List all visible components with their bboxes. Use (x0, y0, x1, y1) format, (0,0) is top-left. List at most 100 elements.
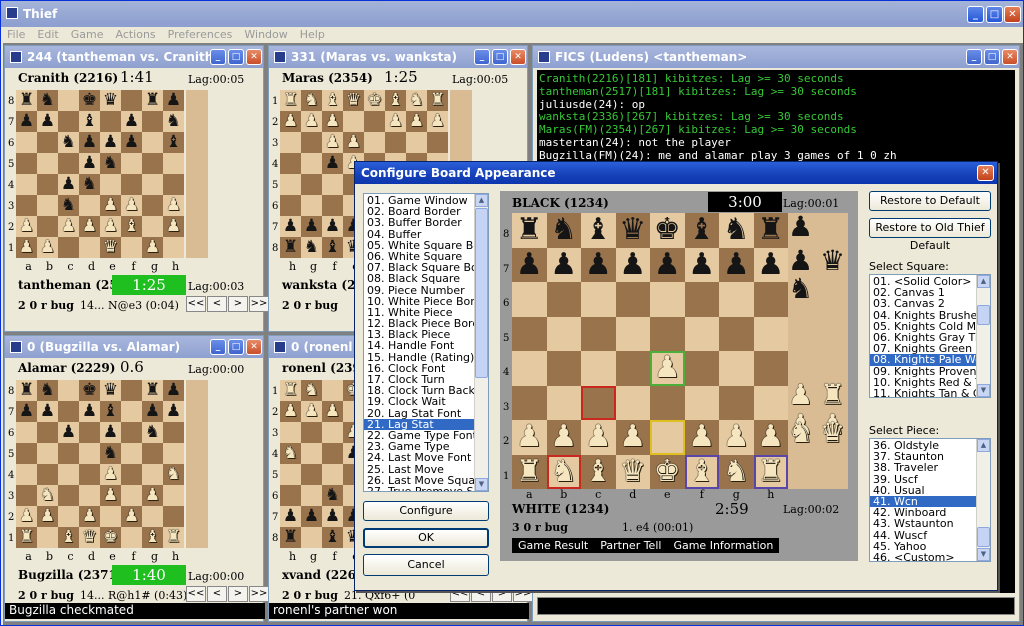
board-square[interactable] (163, 485, 184, 506)
preview-square[interactable]: ♝ (684, 213, 719, 248)
list-item[interactable]: 09. Knights Provence (870, 366, 976, 377)
board-square[interactable] (364, 111, 385, 132)
preview-tab[interactable]: Partner Tell (600, 539, 661, 552)
close-button[interactable]: ✕ (246, 339, 262, 355)
white-pawn-piece[interactable]: ♟ (283, 403, 298, 420)
preview-square[interactable] (512, 316, 547, 351)
board-square[interactable]: ♟ (322, 132, 343, 153)
list-item[interactable]: 10. White Piece Border (364, 296, 474, 307)
close-button[interactable]: ✕ (1002, 49, 1018, 65)
black-pawn-piece[interactable]: ♟ (61, 424, 76, 441)
board-square[interactable] (163, 237, 184, 258)
black-pawn-piece[interactable]: ♟ (82, 155, 97, 172)
black-rook-piece[interactable]: ♜ (145, 92, 160, 109)
restore-default-button[interactable]: Restore to Default (869, 191, 991, 211)
preview-square[interactable]: ♝ (581, 454, 616, 489)
dialog-title-bar[interactable]: Configure Board Appearance ✕ (355, 162, 997, 184)
white-knight-piece[interactable]: ♞ (304, 382, 319, 399)
board-square[interactable] (322, 443, 343, 464)
board-square[interactable] (301, 527, 322, 548)
preview-square[interactable] (546, 351, 581, 386)
board-square[interactable]: ♟ (121, 506, 142, 527)
scroll-down-arrow[interactable]: ▼ (475, 478, 488, 491)
prev-move-button[interactable]: < (207, 586, 227, 602)
board-square[interactable]: ♚ (79, 380, 100, 401)
board-square[interactable]: ♟ (37, 237, 58, 258)
white-bishop-piece[interactable]: ♝ (61, 529, 76, 546)
preview-square[interactable]: ♟ (512, 247, 547, 282)
main-title-bar[interactable]: Thief _ □ ✕ (1, 1, 1023, 27)
board-square[interactable] (142, 443, 163, 464)
preview-square[interactable]: ♟ (684, 420, 719, 455)
white-pawn-piece[interactable]: ♟ (124, 197, 139, 214)
vertical-scrollbar[interactable]: ▲ ▼ (976, 275, 990, 397)
board-square[interactable]: ♜ (280, 237, 301, 258)
black-knight-piece[interactable]: ♞ (325, 487, 340, 504)
vertical-scrollbar[interactable]: ▲ ▼ (976, 439, 990, 561)
scroll-thumb[interactable] (475, 208, 488, 378)
white-rook-piece[interactable]: ♜ (430, 92, 445, 109)
white-pawn-piece[interactable]: ♟ (550, 422, 577, 452)
black-knight-piece[interactable]: ♞ (40, 382, 55, 399)
black-rook-piece[interactable]: ♜ (145, 382, 160, 399)
list-item[interactable]: 05. White Square Border (364, 240, 474, 251)
board-square[interactable]: ♟ (343, 132, 364, 153)
board-square[interactable]: ♟ (58, 174, 79, 195)
list-item[interactable]: 21. Lag Stat (364, 418, 474, 430)
board-square[interactable] (16, 485, 37, 506)
board-square[interactable]: ♟ (280, 111, 301, 132)
board-square[interactable]: ♟ (100, 422, 121, 443)
board-square[interactable]: ♝ (142, 527, 163, 548)
white-bishop-piece[interactable]: ♝ (124, 218, 139, 235)
white-bishop-piece[interactable]: ♝ (585, 456, 612, 487)
preview-square[interactable]: ♞ (719, 213, 754, 248)
preview-square[interactable] (615, 282, 650, 317)
board-square[interactable] (142, 111, 163, 132)
board-square[interactable] (301, 485, 322, 506)
board-square[interactable]: ♜ (142, 380, 163, 401)
board-square[interactable]: ♟ (406, 111, 427, 132)
list-item[interactable]: 07. Knights Green Marble (870, 343, 976, 354)
preview-square[interactable]: ♞ (719, 454, 754, 489)
board-square[interactable]: ♞ (301, 380, 322, 401)
black-rook-piece[interactable]: ♜ (757, 215, 784, 245)
board-square[interactable]: ♞ (100, 153, 121, 174)
white-pawn-piece[interactable]: ♟ (40, 239, 55, 256)
board-square[interactable] (79, 485, 100, 506)
preview-square[interactable]: ♟ (719, 420, 754, 455)
board-square[interactable] (406, 132, 427, 153)
minimize-button[interactable]: _ (210, 339, 226, 355)
board-square[interactable] (121, 90, 142, 111)
board-square[interactable]: ♟ (301, 216, 322, 237)
list-item[interactable]: 43. Wstaunton (870, 518, 976, 529)
board-square[interactable]: ♟ (163, 195, 184, 216)
scroll-thumb[interactable] (977, 305, 990, 325)
black-pawn-piece[interactable]: ♟ (40, 113, 55, 130)
board-square[interactable] (163, 153, 184, 174)
black-queen-piece[interactable]: ♛ (619, 215, 646, 245)
black-knight-piece[interactable]: ♞ (61, 197, 76, 214)
list-item[interactable]: 02. Board Border (364, 206, 474, 217)
board-square[interactable] (142, 132, 163, 153)
board-square[interactable] (301, 422, 322, 443)
configure-button[interactable]: Configure (363, 501, 489, 521)
board-square[interactable]: ♟ (163, 380, 184, 401)
board-square[interactable]: ♟ (142, 237, 163, 258)
board-square[interactable]: ♞ (37, 485, 58, 506)
scroll-up-arrow[interactable]: ▲ (977, 439, 990, 452)
board-square[interactable]: ♟ (301, 111, 322, 132)
scroll-thumb[interactable] (977, 527, 990, 547)
board-square[interactable] (121, 237, 142, 258)
board-square[interactable]: ♜ (280, 90, 301, 111)
white-pawn-piece[interactable]: ♟ (688, 422, 715, 452)
list-item[interactable]: 03. Canvas 2 (870, 298, 976, 309)
list-item[interactable]: 09. Piece Number (364, 285, 474, 296)
white-bishop-piece[interactable]: ♝ (145, 529, 160, 546)
board-square[interactable] (280, 132, 301, 153)
black-pawn-piece[interactable]: ♟ (325, 508, 340, 525)
preview-square[interactable]: ♜ (512, 213, 547, 248)
black-bishop-piece[interactable]: ♝ (166, 134, 181, 151)
white-pawn-piece[interactable]: ♟ (103, 197, 118, 214)
preview-square[interactable]: ♟ (650, 247, 685, 282)
menu-help[interactable]: Help (294, 27, 331, 41)
